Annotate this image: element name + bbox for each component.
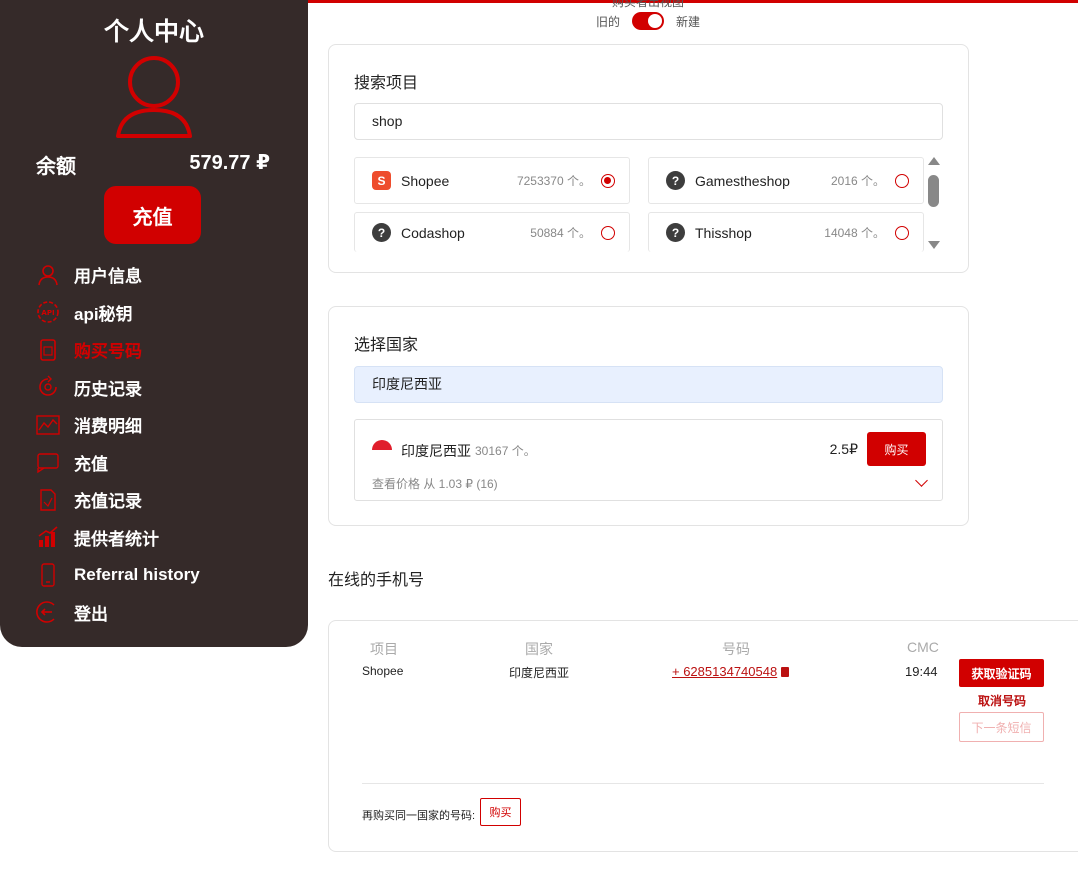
service-name: Shopee: [401, 172, 450, 189]
get-code-button[interactable]: 获取验证码: [959, 659, 1044, 687]
user-icon: [34, 261, 62, 289]
topup-button[interactable]: 充值: [104, 186, 201, 244]
service-option-shopee[interactable]: S Shopee 7253370 个。: [354, 157, 630, 204]
country-count: 30167 个。: [475, 444, 536, 458]
sidebar-item-label: 充值: [74, 454, 108, 474]
service-name: Codashop: [401, 224, 465, 241]
view-toggle: 旧的 新建: [596, 12, 700, 30]
rebuy-button[interactable]: 购买: [480, 798, 521, 826]
logout-icon: [34, 598, 62, 626]
toggle-new-label: 新建: [676, 14, 701, 29]
service-search-title: 搜索项目: [354, 75, 419, 92]
chart-line-icon: [34, 411, 62, 439]
sidebar-item-label: Referral history: [74, 564, 200, 584]
view-mode-caption: 购买者出视图: [612, 0, 685, 9]
view-switch[interactable]: [632, 12, 665, 30]
shopee-logo-icon: S: [372, 171, 391, 190]
scroll-thumb[interactable]: [928, 175, 939, 207]
service-count: 7253370 个。: [516, 174, 591, 188]
row-service: Shopee: [362, 664, 404, 678]
toggle-old-label: 旧的: [596, 14, 621, 29]
sidebar-item-history[interactable]: 历史记录: [34, 369, 294, 407]
row-country: 印度尼西亚: [509, 666, 570, 680]
wallet-icon: [34, 448, 62, 476]
service-radio[interactable]: [601, 225, 615, 240]
service-option-codashop[interactable]: ? Codashop 50884 个。: [354, 212, 630, 252]
sidebar-item-label: api秘钥: [74, 304, 133, 324]
price-note: 查看价格 从 1.03 ₽ (16): [372, 477, 498, 491]
country-name: 印度尼西亚: [401, 443, 471, 459]
col-header-service: 项目: [370, 641, 398, 657]
question-mark-icon: ?: [666, 223, 685, 242]
online-numbers-title: 在线的手机号: [328, 572, 425, 589]
bar-chart-icon: [34, 523, 62, 551]
next-sms-button[interactable]: 下一条短信: [959, 712, 1044, 742]
sidebar-item-referral-history[interactable]: Referral history: [34, 556, 294, 594]
sim-card-icon: [34, 336, 62, 364]
api-icon: API: [34, 298, 62, 326]
copy-icon[interactable]: [781, 667, 790, 677]
service-name: Thisshop: [695, 224, 752, 241]
sidebar: 个人中心 余额 579.77 ₽ 充值 用户信息 API api秘钥 购买号码: [0, 0, 308, 647]
rebuy-label: 再购买同一国家的号码:: [362, 810, 476, 822]
row-number-cell: + 6285134740548: [672, 664, 790, 679]
service-name: Gamestheshop: [695, 172, 790, 189]
question-mark-icon: ?: [372, 223, 391, 242]
indonesia-flag-icon: [372, 440, 392, 460]
sidebar-item-provider-stats[interactable]: 提供者统计: [34, 519, 294, 557]
sidebar-item-label: 购买号码: [74, 342, 142, 362]
service-option-thisshop[interactable]: ? Thisshop 14048 个。: [648, 212, 924, 252]
row-time: 19:44: [905, 664, 938, 679]
phone-icon: [34, 561, 62, 589]
col-header-cmc: CMC: [907, 639, 939, 655]
service-count: 2016 个。: [830, 174, 885, 188]
balance-value: 579.77 ₽: [189, 152, 270, 174]
scroll-down-arrow-icon[interactable]: [928, 241, 940, 249]
avatar-icon: [116, 56, 192, 138]
service-count: 50884 个。: [530, 226, 591, 240]
svg-text:API: API: [41, 309, 54, 317]
sidebar-item-buy-number[interactable]: 购买号码: [34, 331, 294, 369]
document-icon: [34, 486, 62, 514]
sidebar-item-logout[interactable]: 登出: [34, 594, 294, 632]
col-header-country: 国家: [525, 641, 553, 657]
sidebar-item-topup-history[interactable]: 充值记录: [34, 481, 294, 519]
service-count: 14048 个。: [824, 226, 885, 240]
country-select-title: 选择国家: [354, 337, 419, 354]
sidebar-item-label: 用户信息: [74, 267, 142, 287]
phone-number-link[interactable]: + 6285134740548: [672, 664, 777, 679]
service-list-scrollbar[interactable]: [927, 157, 943, 251]
chevron-down-icon[interactable]: [915, 474, 928, 487]
sidebar-item-label: 提供者统计: [74, 529, 159, 549]
sidebar-item-label: 消费明细: [74, 417, 142, 437]
history-icon: [34, 373, 62, 401]
service-option-gamestheshop[interactable]: ? Gamestheshop 2016 个。: [648, 157, 924, 204]
sidebar-item-label: 登出: [74, 604, 108, 624]
balance-label: 余额: [36, 156, 76, 178]
country-select-card: 选择国家 印度尼西亚 印度尼西亚 30167 个。 2.5₽ 购买 查看价格 从…: [328, 306, 969, 526]
sidebar-item-api-key[interactable]: API api秘钥: [34, 294, 294, 332]
sidebar-item-spending[interactable]: 消费明细: [34, 406, 294, 444]
cancel-number-link[interactable]: 取消号码: [978, 692, 1026, 709]
country-price: 2.5₽: [829, 441, 858, 457]
sidebar-item-label: 历史记录: [74, 379, 142, 399]
question-mark-icon: ?: [666, 171, 685, 190]
sidebar-title: 个人中心: [103, 18, 204, 46]
col-header-number: 号码: [722, 641, 750, 657]
sidebar-item-label: 充值记录: [74, 492, 142, 512]
sidebar-item-topup[interactable]: 充值: [34, 444, 294, 482]
service-radio[interactable]: [601, 173, 615, 188]
country-option-row[interactable]: 印度尼西亚 30167 个。 2.5₽ 购买 查看价格 从 1.03 ₽ (16…: [354, 419, 943, 501]
service-radio[interactable]: [895, 225, 909, 240]
buy-button[interactable]: 购买: [867, 432, 926, 466]
divider: [362, 783, 1044, 784]
sidebar-item-user-info[interactable]: 用户信息: [34, 256, 294, 294]
scroll-up-arrow-icon[interactable]: [928, 157, 940, 165]
country-search-input[interactable]: 印度尼西亚: [354, 366, 943, 403]
service-search-card: 搜索项目 shop S Shopee 7253370 个。 ? Gamesthe…: [328, 44, 969, 273]
service-radio[interactable]: [895, 173, 909, 188]
sidebar-menu: 用户信息 API api秘钥 购买号码 历史记录 消费明细 充值 充值记录 提供…: [34, 256, 294, 631]
service-search-input[interactable]: shop: [354, 103, 943, 140]
